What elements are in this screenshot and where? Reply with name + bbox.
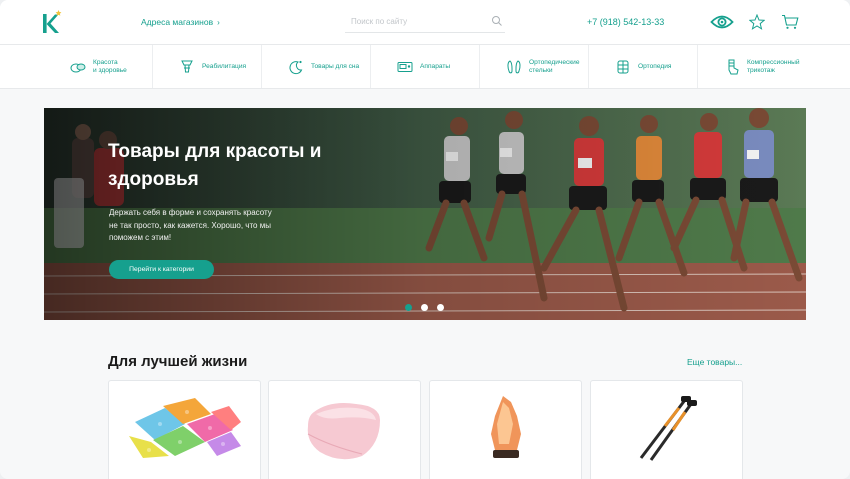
category-label: Аппараты	[420, 62, 451, 70]
category-label: Реабилитация	[202, 62, 247, 70]
slider-dot-2[interactable]	[421, 304, 428, 311]
page: Адреса магазинов › +7 (918) 542-13-33	[0, 0, 850, 479]
salt-lamp-image	[490, 395, 521, 458]
beauty-icon	[70, 63, 86, 72]
category-label: Красота и здоровье	[93, 58, 127, 74]
category-orthopedics[interactable]: Ортопедия	[589, 45, 698, 88]
slider-dot-1[interactable]	[405, 304, 412, 311]
insoles-icon	[507, 59, 521, 73]
eye-icon	[710, 15, 734, 29]
product-image	[109, 391, 260, 466]
hero-title: Товары для красоты и здоровья	[108, 141, 322, 190]
stores-link-label: Адреса магазинов	[141, 17, 214, 27]
slider-dot-3[interactable]	[437, 304, 444, 311]
category-label: Ортопедические стельки	[529, 58, 580, 74]
more-products-link[interactable]: Еще товары...	[687, 357, 742, 367]
logo[interactable]	[42, 9, 64, 35]
category-compression[interactable]: Компрессионный трикотаж	[698, 45, 806, 88]
product-image	[430, 391, 581, 466]
product-card[interactable]	[268, 380, 421, 479]
product-card[interactable]	[590, 380, 743, 479]
category-label: Ортопедия	[638, 62, 672, 70]
visually-impaired-button[interactable]	[710, 11, 734, 33]
search-bar	[345, 11, 505, 33]
hero-description: Держать себя в форме и сохранять красоту…	[109, 208, 272, 242]
search-icon[interactable]	[491, 15, 503, 27]
favorites-button[interactable]	[749, 11, 765, 33]
site-header: Адреса магазинов › +7 (918) 542-13-33	[0, 0, 850, 45]
product-card[interactable]	[429, 380, 582, 479]
compression-icon	[728, 59, 739, 74]
stores-address-link[interactable]: Адреса магазинов ›	[141, 17, 220, 27]
devices-icon	[397, 61, 413, 72]
star-icon	[749, 14, 765, 30]
category-devices[interactable]: Аппараты	[371, 45, 480, 88]
product-image	[269, 391, 420, 466]
massage-mat-image	[128, 397, 241, 458]
chevron-right-icon: ›	[217, 17, 220, 27]
product-card[interactable]	[108, 380, 261, 479]
phone-number[interactable]: +7 (918) 542-13-33	[587, 17, 664, 27]
category-nav: Красота и здоровье Реабилитация Товары д…	[44, 45, 806, 88]
product-image	[591, 391, 742, 466]
orthopedics-icon	[617, 60, 629, 73]
slider-dots	[405, 304, 444, 311]
cart-button[interactable]	[781, 11, 799, 33]
sleep-icon	[289, 60, 303, 74]
rehab-icon	[181, 60, 193, 72]
category-rehab[interactable]: Реабилитация	[153, 45, 262, 88]
category-label: Товары для сна	[311, 62, 360, 70]
search-input[interactable]	[345, 11, 485, 32]
hero-banner: Товары для красоты и здоровья Держать се…	[44, 108, 806, 320]
walking-poles-image	[639, 395, 697, 461]
category-label: Компрессионный трикотаж	[747, 58, 800, 74]
go-to-category-button[interactable]: Перейти к категории	[109, 260, 214, 279]
cart-icon	[782, 14, 799, 29]
category-sleep[interactable]: Товары для сна	[262, 45, 371, 88]
orthopedic-pillow-image	[307, 402, 380, 459]
section-title: Для лучшей жизни	[108, 353, 248, 370]
category-insoles[interactable]: Ортопедические стельки	[480, 45, 589, 88]
category-beauty[interactable]: Красота и здоровье	[44, 45, 153, 88]
